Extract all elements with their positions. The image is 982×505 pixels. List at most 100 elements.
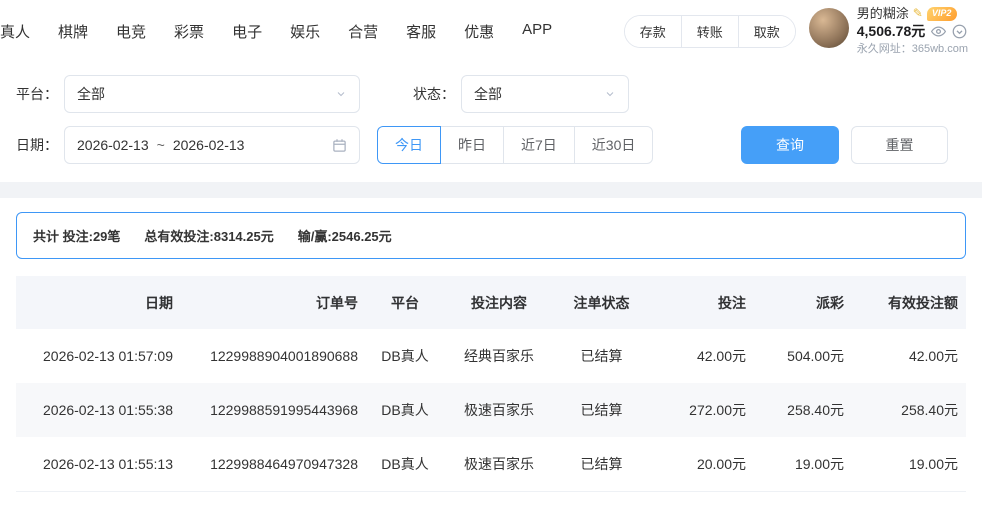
date-end: 2026-02-13 [173,137,245,153]
deposit-button[interactable]: 存款 [625,16,681,47]
search-button[interactable]: 查询 [741,126,839,164]
cell-status: 已结算 [554,437,649,491]
cell-payout: 258.40元 [754,383,852,437]
status-select-value: 全部 [474,84,502,104]
date-range-input[interactable]: 2026-02-13 ~ 2026-02-13 [64,126,360,164]
chevron-down-circle-icon[interactable] [952,24,967,39]
user-info: 男的糊涂 ✎ VIP2 4,506.78元 [857,6,968,57]
range-7days-button[interactable]: 近7日 [503,126,575,164]
platform-select[interactable]: 全部 [64,75,360,113]
nav-item-chess[interactable]: 棋牌 [58,21,88,42]
balance: 4,506.78元 [857,23,926,41]
table-header: 日期 订单号 平台 投注内容 注单状态 投注 派彩 有效投注额 [16,276,966,329]
status-group: 状态： 全部 [413,75,629,113]
nav-item-app[interactable]: APP [522,21,552,42]
wallet-actions: 存款 转账 取款 [624,15,796,48]
cell-content: 极速百家乐 [444,383,554,437]
header-right: 存款 转账 取款 男的糊涂 ✎ VIP2 4,506.78元 [624,6,968,57]
cell-content: 经典百家乐 [444,329,554,383]
cell-platform: DB真人 [366,437,444,491]
nav-item-esports[interactable]: 电竞 [116,21,146,42]
table-row: 2026-02-13 01:55:13 1229988464970947328 … [16,437,966,491]
platform-select-value: 全部 [77,84,105,104]
site-url: 永久网址：365wb.com [857,43,968,57]
calendar-icon [332,138,347,153]
col-header-content: 投注内容 [444,276,554,329]
col-header-bet: 投注 [649,276,754,329]
cell-platform: DB真人 [366,329,444,383]
col-header-date: 日期 [16,276,181,329]
cell-bet: 42.00元 [649,329,754,383]
col-header-status: 注单状态 [554,276,649,329]
eye-icon[interactable] [931,24,946,39]
table-row: 2026-02-13 01:57:09 1229988904001890688 … [16,329,966,383]
cell-valid-bet: 19.00元 [852,437,966,491]
date-start: 2026-02-13 [77,137,149,153]
avatar[interactable] [809,8,849,48]
range-yesterday-button[interactable]: 昨日 [440,126,504,164]
summary-total-valid: 总有效投注:8314.25元 [144,226,273,245]
cell-order-no: 1229988464970947328 [181,437,366,491]
nav-item-entertainment[interactable]: 娱乐 [290,21,320,42]
bets-table: 日期 订单号 平台 投注内容 注单状态 投注 派彩 有效投注额 2026-02-… [16,276,966,492]
filters-panel: 平台： 全部 状态： 全部 日期： 2026-02-13 [0,62,982,182]
cell-date: 2026-02-13 01:57:09 [16,329,181,383]
filter-row-selects: 平台： 全部 状态： 全部 [16,75,966,113]
summary-win-lose: 输/赢:2546.25元 [298,226,392,245]
summary-total-bets: 共计 投注:29笔 [33,226,120,245]
filter-row-date: 日期： 2026-02-13 ~ 2026-02-13 今日 昨日 近7日 近3… [16,126,966,164]
cell-status: 已结算 [554,383,649,437]
cell-payout: 19.00元 [754,437,852,491]
withdraw-button[interactable]: 取款 [738,16,795,47]
main-nav: 真人 棋牌 电竞 彩票 电子 娱乐 合营 客服 优惠 APP [0,21,552,42]
status-label: 状态： [413,84,455,104]
filter-actions: 查询 重置 [741,126,966,164]
cell-platform: DB真人 [366,383,444,437]
user-name-row: 男的糊涂 ✎ VIP2 [857,6,968,22]
page: 真人 棋牌 电竞 彩票 电子 娱乐 合营 客服 优惠 APP 存款 转账 取款 … [0,0,982,492]
col-header-order-no: 订单号 [181,276,366,329]
cell-content: 极速百家乐 [444,437,554,491]
results-card: 共计 投注:29笔 总有效投注:8314.25元 输/赢:2546.25元 日期… [0,198,982,492]
chevron-down-icon [604,88,616,100]
cell-valid-bet: 42.00元 [852,329,966,383]
date-separator: ~ [157,137,165,153]
nav-item-support[interactable]: 客服 [406,21,436,42]
user-cluster: 男的糊涂 ✎ VIP2 4,506.78元 [809,6,968,57]
nav-item-live[interactable]: 真人 [0,21,30,42]
cell-status: 已结算 [554,329,649,383]
nav-item-partnership[interactable]: 合营 [348,21,378,42]
quick-range-group: 今日 昨日 近7日 近30日 [377,126,653,164]
cell-bet: 20.00元 [649,437,754,491]
table-body: 2026-02-13 01:57:09 1229988904001890688 … [16,329,966,491]
chevron-down-icon [335,88,347,100]
cell-valid-bet: 258.40元 [852,383,966,437]
nav-item-lottery[interactable]: 彩票 [174,21,204,42]
nav-item-promotions[interactable]: 优惠 [464,21,494,42]
table-row: 2026-02-13 01:55:38 1229988591995443968 … [16,383,966,437]
cell-bet: 272.00元 [649,383,754,437]
reset-button[interactable]: 重置 [851,126,948,164]
nav-item-slots[interactable]: 电子 [232,21,262,42]
cell-order-no: 1229988591995443968 [181,383,366,437]
section-divider [0,182,982,198]
range-30days-button[interactable]: 近30日 [574,126,654,164]
summary-bar: 共计 投注:29笔 总有效投注:8314.25元 输/赢:2546.25元 [16,212,966,259]
cell-date: 2026-02-13 01:55:13 [16,437,181,491]
username: 男的糊涂 [857,6,909,22]
edit-icon[interactable]: ✎ [913,6,923,21]
status-select[interactable]: 全部 [461,75,629,113]
top-header: 真人 棋牌 电竞 彩票 电子 娱乐 合营 客服 优惠 APP 存款 转账 取款 … [0,0,982,62]
transfer-button[interactable]: 转账 [681,16,738,47]
range-today-button[interactable]: 今日 [377,126,441,164]
balance-row: 4,506.78元 [857,23,968,41]
vip-badge: VIP2 [927,7,958,20]
col-header-payout: 派彩 [754,276,852,329]
cell-date: 2026-02-13 01:55:38 [16,383,181,437]
cell-order-no: 1229988904001890688 [181,329,366,383]
cell-payout: 504.00元 [754,329,852,383]
col-header-valid-bet: 有效投注额 [852,276,966,329]
date-label: 日期： [16,135,58,155]
platform-label: 平台： [16,84,58,104]
col-header-platform: 平台 [366,276,444,329]
